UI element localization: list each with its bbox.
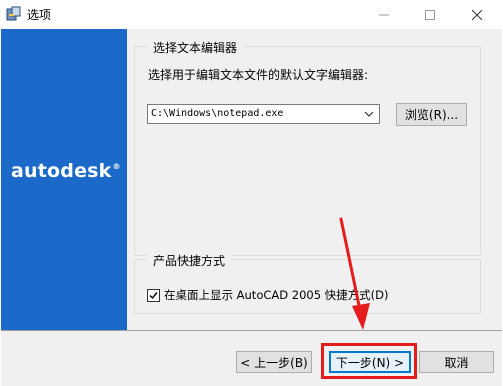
next-button-highlight	[321, 343, 417, 379]
setup-app-icon	[6, 6, 22, 22]
desktop-shortcut-label: 在桌面上显示 AutoCAD 2005 快捷方式(D)	[164, 288, 389, 302]
maximize-button[interactable]	[407, 0, 453, 29]
chevron-down-icon[interactable]	[363, 107, 375, 121]
editor-description: 选择用于编辑文本文件的默认文字编辑器:	[148, 68, 369, 82]
minimize-button[interactable]	[361, 0, 407, 29]
product-shortcut-group-label: 产品快捷方式	[147, 252, 232, 269]
close-button[interactable]	[454, 0, 500, 29]
desktop-shortcut-option[interactable]: 在桌面上显示 AutoCAD 2005 快捷方式(D)	[147, 288, 389, 302]
browse-button[interactable]: 浏览(R)...	[396, 103, 467, 126]
editor-path-combobox[interactable]: C:\Windows\notepad.exe	[147, 104, 380, 124]
cancel-button[interactable]: 取消	[419, 351, 494, 373]
minimize-icon	[379, 14, 389, 15]
desktop-shortcut-checkbox[interactable]	[147, 288, 160, 302]
text-editor-group-label: 选择文本编辑器	[147, 39, 244, 56]
editor-path-value: C:\Windows\notepad.exe	[151, 108, 284, 119]
window-title: 选项	[27, 8, 52, 22]
back-button[interactable]: < 上一步(B)	[236, 351, 312, 373]
close-icon	[472, 9, 482, 20]
dialog-body: autodesk® 选择文本编辑器 选择用于编辑文本文件的默认文字编辑器: C:…	[1, 29, 502, 386]
footer-separator	[1, 330, 502, 331]
brand-panel: autodesk®	[1, 29, 127, 330]
checkmark-icon	[149, 291, 158, 299]
maximize-icon	[425, 9, 435, 20]
title-bar: 选项	[0, 0, 503, 29]
autodesk-logo: autodesk®	[11, 160, 121, 182]
